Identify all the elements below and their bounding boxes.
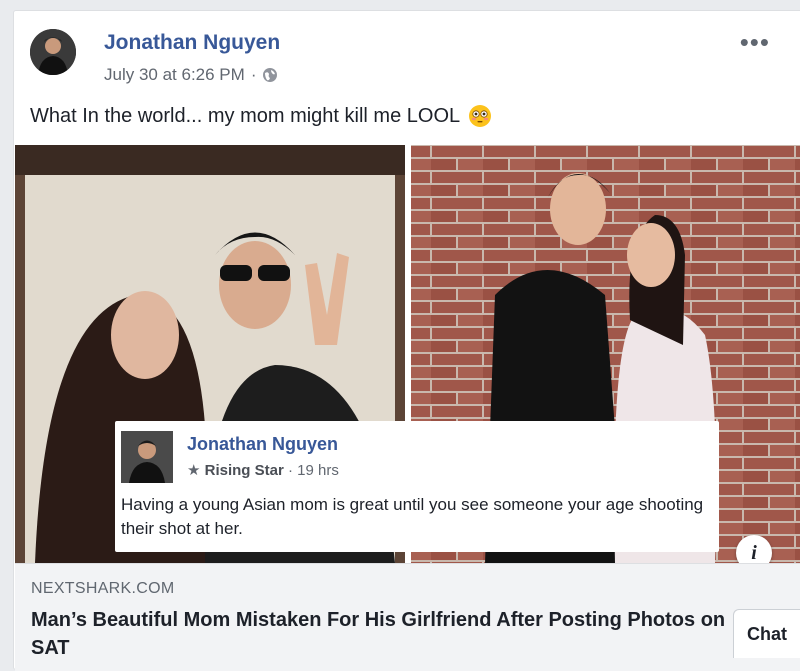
embedded-post-time: 19 hrs	[297, 462, 339, 479]
meta-separator: ·	[250, 65, 257, 84]
flushed-face-emoji-icon	[469, 105, 492, 127]
star-icon: ★	[187, 462, 201, 479]
globe-icon[interactable]	[262, 67, 278, 83]
post-text-row: What In the world... my mom might kill m…	[30, 104, 492, 128]
embedded-separator: ·	[287, 462, 293, 479]
link-preview-footer[interactable]: NEXTSHARK.COM Man’s Beautiful Mom Mistak…	[15, 563, 800, 671]
author-avatar[interactable]	[30, 29, 76, 75]
chat-button[interactable]: Chat	[733, 609, 800, 658]
embedded-author-avatar	[121, 431, 173, 483]
more-options-button[interactable]: •••	[740, 27, 770, 58]
embedded-post-text: Having a young Asian mom is great until …	[121, 495, 704, 538]
post-author-name[interactable]: Jonathan Nguyen	[104, 31, 280, 55]
link-domain: NEXTSHARK.COM	[31, 580, 175, 597]
embedded-post-screenshot: Jonathan Nguyen ★ Rising Star · 19 hrs H…	[115, 421, 719, 552]
embedded-post-meta: ★ Rising Star · 19 hrs	[187, 461, 339, 479]
link-headline[interactable]: Man’s Beautiful Mom Mistaken For His Gir…	[31, 606, 761, 662]
shared-link-image[interactable]: Jonathan Nguyen ★ Rising Star · 19 hrs H…	[15, 145, 800, 563]
rising-star-badge: Rising Star	[204, 462, 284, 479]
post-timestamp[interactable]: July 30 at 6:26 PM	[104, 65, 245, 85]
embedded-author-name: Jonathan Nguyen	[187, 434, 339, 454]
post-meta: July 30 at 6:26 PM ·	[104, 65, 278, 85]
post-text: What In the world... my mom might kill m…	[30, 104, 461, 127]
post-card: Jonathan Nguyen July 30 at 6:26 PM · •••…	[13, 10, 800, 671]
